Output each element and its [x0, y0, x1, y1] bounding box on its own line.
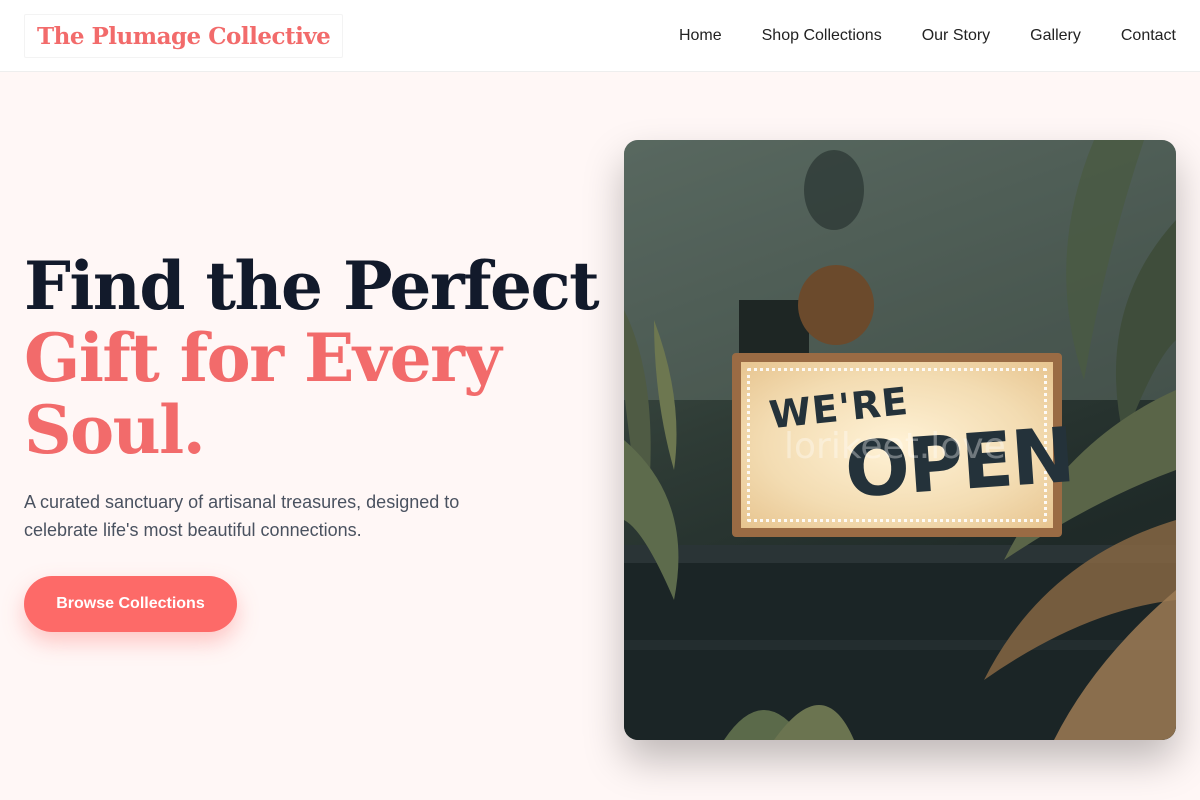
brand-logo[interactable]: The Plumage Collective [24, 14, 344, 58]
hero-title: Find the Perfect Gift for Every Soul. [24, 250, 604, 466]
main-nav: Home Shop Collections Our Story Gallery … [679, 0, 1176, 72]
nav-gallery[interactable]: Gallery [1030, 27, 1081, 45]
nav-shop-collections[interactable]: Shop Collections [762, 27, 882, 45]
hero-title-line-1: Find the Perfect [24, 247, 600, 325]
hero-title-line-3: Soul. [24, 391, 206, 469]
hero-image: WE'RE OPEN lorikeet.love [624, 140, 1176, 740]
browse-collections-button[interactable]: Browse Collections [24, 576, 237, 632]
hero-heading-block: Find the Perfect Gift for Every Soul. [24, 250, 604, 466]
hero-subtitle: A curated sanctuary of artisanal treasur… [24, 492, 460, 540]
hero-title-line-2: Gift for Every [24, 319, 502, 397]
image-watermark: lorikeet.love [784, 426, 1006, 467]
site-header: The Plumage Collective Home Shop Collect… [0, 0, 1200, 72]
nav-home[interactable]: Home [679, 27, 722, 45]
nav-our-story[interactable]: Our Story [922, 27, 990, 45]
nav-contact[interactable]: Contact [1121, 27, 1176, 45]
